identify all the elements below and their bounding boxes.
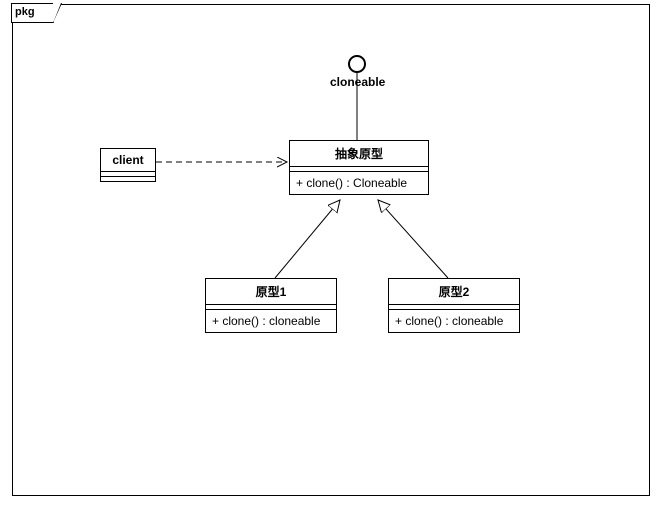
uml-canvas: pkg cloneable client 抽象原型 + clone() : Cl…	[0, 0, 660, 505]
class-abstract-ops: + clone() : Cloneable	[290, 172, 428, 194]
class-client-name: client	[101, 149, 155, 172]
interface-label: cloneable	[330, 75, 385, 89]
interface-circle	[348, 55, 366, 73]
class-abstract-name: 抽象原型	[290, 141, 428, 167]
class-prototype1: 原型1 + clone() : cloneable	[205, 278, 337, 333]
class-client: client	[100, 148, 156, 182]
class-abstract-prototype: 抽象原型 + clone() : Cloneable	[289, 140, 429, 195]
class-prototype2: 原型2 + clone() : cloneable	[388, 278, 520, 333]
package-label: pkg	[11, 3, 54, 23]
class-prototype2-name: 原型2	[389, 279, 519, 305]
class-prototype1-ops: + clone() : cloneable	[206, 310, 336, 332]
class-prototype1-name: 原型1	[206, 279, 336, 305]
class-prototype2-ops: + clone() : cloneable	[389, 310, 519, 332]
class-client-ops	[101, 177, 155, 181]
line-generalization-proto1	[275, 200, 340, 278]
line-generalization-proto2	[378, 200, 448, 278]
